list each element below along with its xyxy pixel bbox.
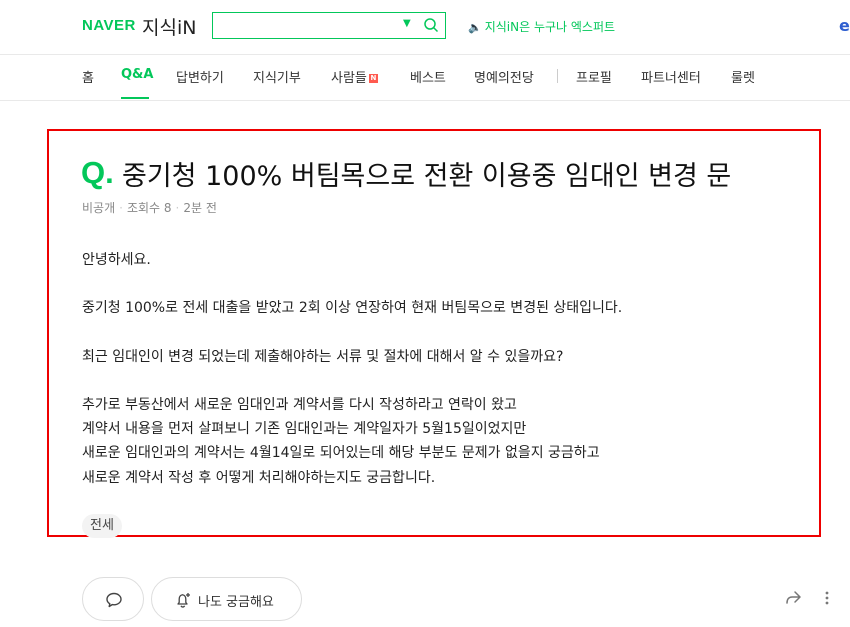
nav-item-best[interactable]: 베스트 bbox=[410, 67, 446, 86]
tag-chip[interactable]: 전세 bbox=[82, 514, 122, 538]
new-badge: N bbox=[368, 74, 378, 83]
nav-item-profile[interactable]: 프로필 bbox=[576, 67, 612, 86]
nav-item-qna[interactable]: Q&A bbox=[121, 67, 153, 82]
question-mark-badge: Q. bbox=[81, 155, 114, 190]
active-tab-indicator bbox=[121, 97, 149, 99]
meta-separator: · bbox=[175, 201, 180, 215]
nav-item-hall-of-fame[interactable]: 명예의전당 bbox=[474, 67, 534, 86]
comment-button[interactable] bbox=[82, 577, 144, 621]
body-line: 최근 임대인이 변경 되었는데 제출해야하는 서류 및 절차에 대해서 알 수 … bbox=[82, 349, 564, 365]
search-input[interactable] bbox=[217, 16, 401, 37]
main-nav: 홈 Q&A 답변하기 지식기부 사람들 N 베스트 명예의전당 프로필 파트너센터… bbox=[0, 55, 850, 101]
nav-item-people[interactable]: 사람들 N bbox=[331, 67, 378, 86]
curious-button[interactable]: 나도 궁금해요 bbox=[151, 577, 302, 621]
top-header: NAVER 지식iN ▼ 🔈 지식iN은 누구나 엑스퍼트 e bbox=[0, 0, 850, 55]
body-line: 추가로 부동산에서 새로운 임대인과 계약서를 다시 작성하라고 연락이 왔고 bbox=[82, 397, 517, 413]
search-dropdown-icon[interactable]: ▼ bbox=[403, 18, 411, 29]
bell-plus-icon bbox=[177, 593, 190, 608]
nav-item-people-label: 사람들 bbox=[331, 71, 367, 86]
browser-edge-icon[interactable]: e bbox=[839, 16, 850, 35]
curious-button-label: 나도 궁금해요 bbox=[198, 595, 274, 610]
search-box: ▼ bbox=[212, 12, 446, 39]
speech-bubble-icon bbox=[106, 592, 122, 608]
nav-item-donation[interactable]: 지식기부 bbox=[253, 67, 301, 86]
meta-separator: · bbox=[119, 201, 123, 215]
nav-item-home[interactable]: 홈 bbox=[82, 67, 94, 86]
search-icon[interactable] bbox=[423, 17, 439, 33]
speaker-icon: 🔈 bbox=[468, 21, 482, 34]
expert-promo-text: 지식iN은 누구나 엑스퍼트 bbox=[484, 20, 616, 34]
body-line: 안녕하세요. bbox=[82, 252, 151, 268]
more-options-icon[interactable] bbox=[824, 590, 830, 606]
body-line: 새로운 임대인과의 계약서는 4월14일로 되어있는데 해당 부분도 문제가 없… bbox=[82, 445, 600, 461]
body-line: 새로운 계약서 작성 후 어떻게 처리해야하는지도 궁금합니다. bbox=[82, 470, 436, 486]
expert-promo-link[interactable]: 🔈 지식iN은 누구나 엑스퍼트 bbox=[468, 18, 615, 35]
body-line: 중기청 100%로 전세 대출을 받았고 2회 이상 연장하여 현재 버팀목으로… bbox=[82, 300, 623, 316]
naver-logo[interactable]: NAVER bbox=[82, 17, 136, 34]
posted-time: 2분 전 bbox=[183, 201, 217, 215]
nav-item-partner-center[interactable]: 파트너센터 bbox=[641, 67, 701, 86]
kin-logo[interactable]: 지식iN bbox=[142, 13, 196, 40]
nav-divider bbox=[557, 69, 558, 83]
view-count: 조회수 8 bbox=[126, 201, 172, 215]
question-title: 중기청 100% 버팀목으로 전환 이용중 임대인 변경 문 bbox=[122, 161, 732, 192]
share-icon[interactable] bbox=[784, 590, 802, 606]
nav-item-answer[interactable]: 답변하기 bbox=[176, 67, 224, 86]
visibility-label: 비공개 bbox=[82, 201, 116, 215]
body-line: 계약서 내용을 먼저 살펴보니 기존 임대인과는 계약일자가 5월15일이었지만 bbox=[82, 421, 527, 437]
question-meta: 비공개 · 조회수 8 · 2분 전 bbox=[82, 199, 217, 216]
nav-item-roulette[interactable]: 룰렛 bbox=[731, 67, 755, 86]
